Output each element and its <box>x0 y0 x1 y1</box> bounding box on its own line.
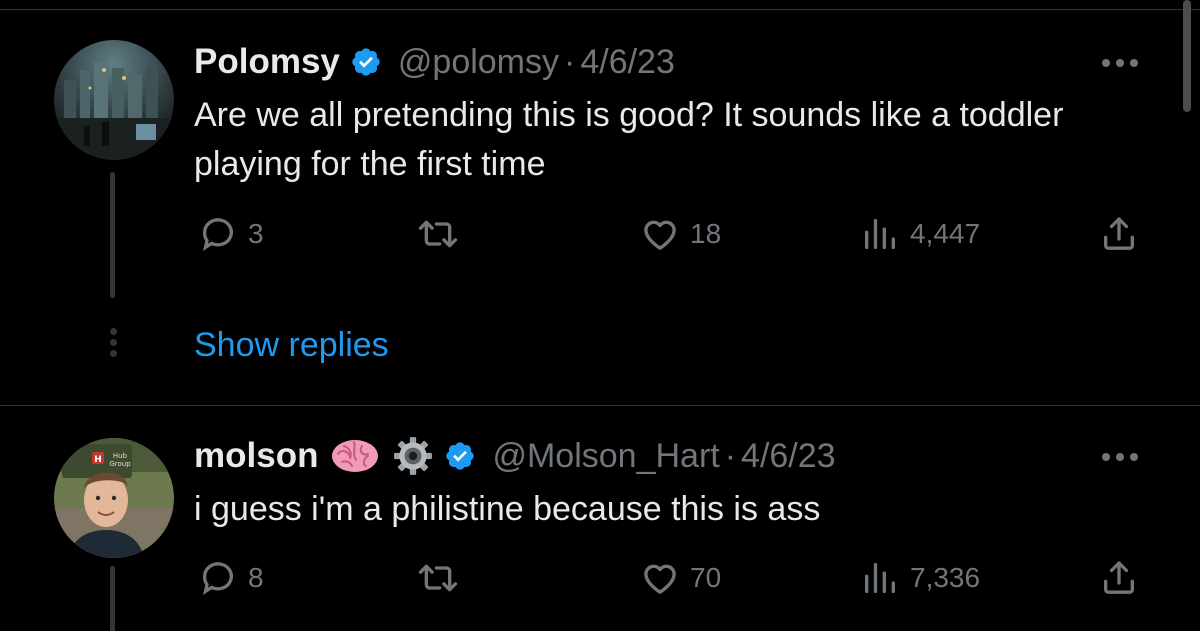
tweet[interactable]: H Hub Group molson @Molson_Hart · 4/6/23… <box>0 405 1200 631</box>
heart-icon <box>640 214 680 254</box>
display-name[interactable]: Polomsy <box>194 42 340 82</box>
retweet-icon <box>416 558 460 598</box>
tweet-header: molson @Molson_Hart · 4/6/23 <box>194 436 836 476</box>
gear-icon <box>392 435 434 477</box>
thread-line <box>110 566 115 631</box>
brain-icon <box>330 436 380 476</box>
thread-dots <box>107 328 119 361</box>
thread-line <box>110 172 115 298</box>
tweet-header: Polomsy @polomsy · 4/6/23 <box>194 42 675 82</box>
timestamp[interactable]: 4/6/23 <box>741 437 836 476</box>
separator: · <box>564 42 576 81</box>
avatar[interactable]: H Hub Group <box>54 438 174 558</box>
views-button[interactable]: 4,447 <box>860 212 980 256</box>
reply-count: 8 <box>248 562 264 593</box>
share-button[interactable] <box>1099 556 1139 600</box>
share-icon <box>1099 214 1139 254</box>
tweet-text: Are we all pretending this is good? It s… <box>194 96 1064 183</box>
show-replies-link[interactable]: Show replies <box>194 326 389 365</box>
retweet-button[interactable] <box>416 556 470 600</box>
svg-text:H: H <box>94 455 102 465</box>
display-name[interactable]: molson <box>194 436 318 476</box>
tweet-text: i guess i'm a philistine because this is… <box>194 490 821 528</box>
avatar-sign-text: Hub <box>113 452 128 460</box>
action-bar: 8 70 7,336 <box>194 556 1144 600</box>
retweet-icon <box>416 214 460 254</box>
verified-badge-icon <box>444 440 476 472</box>
reply-icon <box>198 214 238 254</box>
like-count: 18 <box>690 218 722 249</box>
avatar[interactable] <box>54 40 174 160</box>
reply-button[interactable]: 3 <box>198 212 264 256</box>
verified-badge-icon <box>350 46 382 78</box>
svg-text:Group: Group <box>109 460 131 468</box>
tweet[interactable]: Polomsy @polomsy · 4/6/23 Are we all pre… <box>0 0 1200 404</box>
retweet-button[interactable] <box>416 212 470 256</box>
views-button[interactable]: 7,336 <box>860 556 980 600</box>
like-button[interactable]: 18 <box>640 212 721 256</box>
reply-button[interactable]: 8 <box>198 556 264 600</box>
like-button[interactable]: 70 <box>640 556 721 600</box>
handle[interactable]: @polomsy <box>398 43 559 82</box>
action-bar: 3 18 4,447 <box>194 212 1144 256</box>
view-count: 7,336 <box>910 562 981 593</box>
views-icon <box>860 558 900 598</box>
share-button[interactable] <box>1099 212 1139 256</box>
heart-icon <box>640 558 680 598</box>
view-count: 4,447 <box>910 218 981 249</box>
reply-count: 3 <box>248 218 264 249</box>
more-options-icon[interactable] <box>1102 58 1138 68</box>
like-count: 70 <box>690 562 722 593</box>
separator: · <box>724 436 737 475</box>
views-icon <box>860 214 900 254</box>
share-icon <box>1099 558 1139 598</box>
reply-icon <box>198 558 238 598</box>
timeline: Polomsy @polomsy · 4/6/23 Are we all pre… <box>0 0 1200 631</box>
timestamp[interactable]: 4/6/23 <box>580 43 675 82</box>
handle[interactable]: @Molson_Hart <box>492 437 719 476</box>
more-options-icon[interactable] <box>1102 452 1138 462</box>
